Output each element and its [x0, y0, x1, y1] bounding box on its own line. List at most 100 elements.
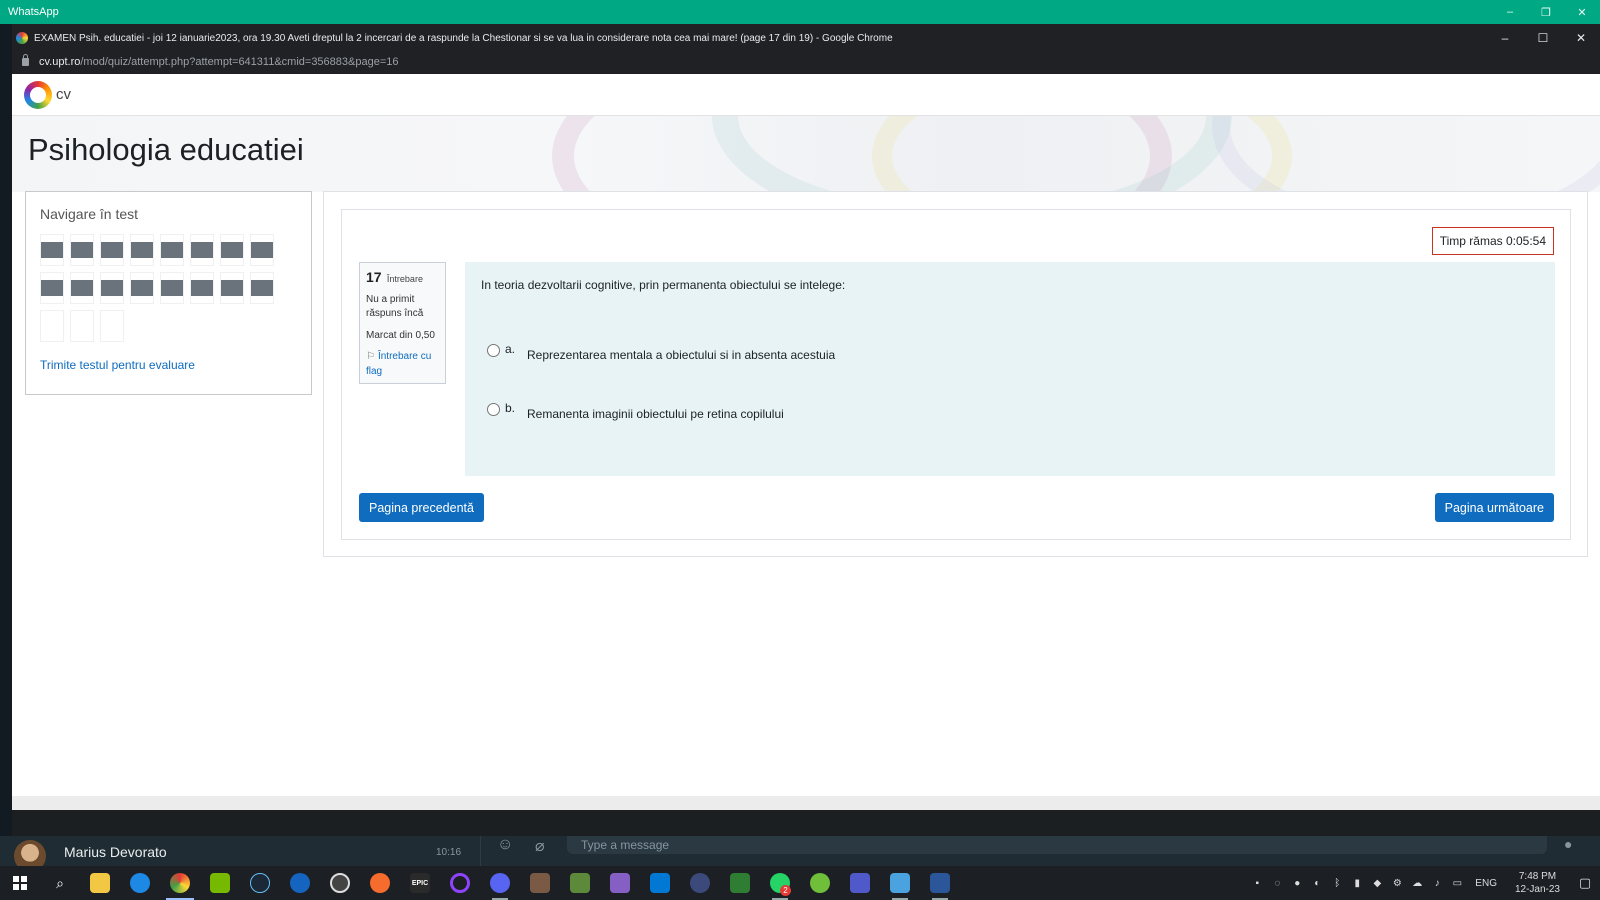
answer-a-radio[interactable] [487, 344, 500, 357]
antivirus-tray-icon[interactable]: ● [1287, 866, 1307, 900]
question-nav-button[interactable] [100, 310, 124, 342]
taskbar-vscode[interactable] [640, 866, 680, 900]
next-page-button[interactable]: Pagina următoare [1434, 493, 1554, 522]
divider [480, 836, 481, 866]
submit-attempt-link[interactable]: Trimite testul pentru evaluare [40, 358, 195, 372]
question-nav-button[interactable] [40, 310, 64, 342]
question-nav-button[interactable] [40, 272, 64, 304]
browser-chrome: EXAMEN Psih. educatiei - joi 12 ianuarie… [12, 24, 1600, 74]
nvidia-icon [210, 873, 230, 893]
windows-logo-icon [13, 876, 27, 890]
whatsapp-title-bar: WhatsApp – ❐ ✕ [0, 0, 1600, 24]
question-nav-button[interactable] [40, 234, 64, 266]
system-clock[interactable]: 7:48 PM 12-Jan-23 [1515, 870, 1560, 896]
question-nav-button[interactable] [190, 272, 214, 304]
taskbar-photos[interactable] [880, 866, 920, 900]
language-indicator[interactable]: ENG [1475, 878, 1497, 889]
browser-window-controls: – ☐ ✕ [1486, 26, 1600, 50]
search-icon: ⌕ [56, 874, 64, 891]
page-footer [12, 796, 1600, 810]
whatsapp-minimize-button[interactable]: – [1492, 0, 1528, 24]
answer-b-radio[interactable] [487, 403, 500, 416]
taskbar-utorrent[interactable] [800, 866, 840, 900]
question-nav-button[interactable] [160, 234, 184, 266]
utorrent-icon [810, 873, 830, 893]
settings-tray-icon[interactable]: ⚙ [1387, 866, 1407, 900]
microphone-icon[interactable]: ● [1564, 836, 1572, 852]
chat-contact-name[interactable]: Marius Devorato [64, 844, 167, 860]
question-number-label: Întrebare [386, 274, 423, 284]
flag-icon: ⚐ [366, 351, 375, 362]
clock-time: 7:48 PM [1518, 871, 1557, 882]
taskbar-origin[interactable] [360, 866, 400, 900]
taskbar-app[interactable] [680, 866, 720, 900]
taskbar-chrome[interactable] [160, 866, 200, 900]
taskbar-word[interactable] [920, 866, 960, 900]
answer-b-text[interactable]: Remanenta imaginii obiectului pe retina … [527, 407, 784, 421]
question-nav-button[interactable] [70, 272, 94, 304]
emoji-icon[interactable]: ☺ [497, 836, 513, 854]
answer-option-a[interactable]: a. Reprezentarea mentala a obiectului si… [487, 342, 835, 362]
nvidia-tray-icon[interactable]: ▪ [1247, 866, 1267, 900]
notification-center-icon[interactable]: ▢ [1570, 866, 1600, 900]
attach-icon[interactable]: ⌀ [535, 836, 545, 856]
taskbar-nvidia[interactable] [200, 866, 240, 900]
taskbar-edge[interactable] [120, 866, 160, 900]
taskbar-app-store[interactable] [280, 866, 320, 900]
dropbox-tray-icon[interactable]: ◆ [1367, 866, 1387, 900]
question-nav-button[interactable] [250, 272, 274, 304]
question-nav-button[interactable] [220, 234, 244, 266]
browser-maximize-button[interactable]: ☐ [1524, 26, 1562, 50]
bluetooth-tray-icon[interactable]: ᛒ [1327, 866, 1347, 900]
teams-icon [850, 873, 870, 893]
taskbar-minecraft[interactable] [560, 866, 600, 900]
whatsapp-restore-button[interactable]: ❐ [1528, 0, 1564, 24]
question-nav-button[interactable] [220, 272, 244, 304]
question-nav-button[interactable] [100, 234, 124, 266]
taskbar-epic-games[interactable]: EPIC [400, 866, 440, 900]
question-nav-button[interactable] [130, 234, 154, 266]
shield-tray-icon[interactable]: ◌ [1267, 866, 1287, 900]
browser-close-button[interactable]: ✕ [1562, 26, 1600, 50]
network-icon[interactable]: ▭ [1447, 866, 1467, 900]
site-logo-icon[interactable] [24, 80, 52, 109]
taskbar-game[interactable] [520, 866, 560, 900]
answer-option-b[interactable]: b. Remanenta imaginii obiectului pe reti… [487, 401, 784, 421]
answer-a-text[interactable]: Reprezentarea mentala a obiectului si in… [527, 348, 835, 362]
taskbar-search[interactable]: ⌕ [40, 866, 80, 900]
quiz-attempt-form: Timp rămas 0:05:54 17 Întrebare Nu a pri… [341, 209, 1571, 540]
whatsapp-close-button[interactable]: ✕ [1564, 0, 1600, 24]
address-bar[interactable]: cv.upt.ro/mod/quiz/attempt.php?attempt=6… [22, 54, 399, 69]
browser-minimize-button[interactable]: – [1486, 26, 1524, 50]
flag-question-link[interactable]: ⚐ Întrebare cu flag [366, 349, 439, 379]
windows-taskbar: ⌕ EPIC 2 ▪ ◌ ● ◐ ᛒ ▮ ◆ ⚙ ☁ ♪ ▭ ENG 7:48 … [0, 866, 1600, 900]
question-nav-button[interactable] [100, 272, 124, 304]
question-nav-button[interactable] [250, 234, 274, 266]
volume-icon[interactable]: ♪ [1427, 866, 1447, 900]
taskbar-obs[interactable] [320, 866, 360, 900]
taskbar-teams[interactable] [840, 866, 880, 900]
taskbar-word-w[interactable] [720, 866, 760, 900]
quiz-navigation-heading: Navigare în test [40, 206, 139, 222]
steam-tray-icon[interactable]: ◐ [1307, 866, 1327, 900]
taskbar-steam[interactable] [240, 866, 280, 900]
question-nav-button[interactable] [160, 272, 184, 304]
taskbar-cortana[interactable] [440, 866, 480, 900]
start-button[interactable] [0, 866, 40, 900]
site-logo-text[interactable]: cv [56, 86, 71, 103]
taskbar-file-explorer[interactable] [80, 866, 120, 900]
edge-icon [130, 873, 150, 893]
microphone-tray-icon[interactable]: ▮ [1347, 866, 1367, 900]
taskbar-visual-studio[interactable] [600, 866, 640, 900]
previous-page-button[interactable]: Pagina precedentă [359, 493, 484, 522]
taskbar-discord[interactable] [480, 866, 520, 900]
question-nav-button[interactable] [130, 272, 154, 304]
message-input[interactable]: Type a message [567, 836, 1547, 854]
taskbar-whatsapp[interactable]: 2 [760, 866, 800, 900]
question-nav-button[interactable] [70, 310, 94, 342]
question-nav-button[interactable] [190, 234, 214, 266]
whatsapp-badge: 2 [780, 885, 791, 896]
question-nav-button[interactable] [70, 234, 94, 266]
onedrive-tray-icon[interactable]: ☁ [1407, 866, 1427, 900]
minecraft-icon [570, 873, 590, 893]
